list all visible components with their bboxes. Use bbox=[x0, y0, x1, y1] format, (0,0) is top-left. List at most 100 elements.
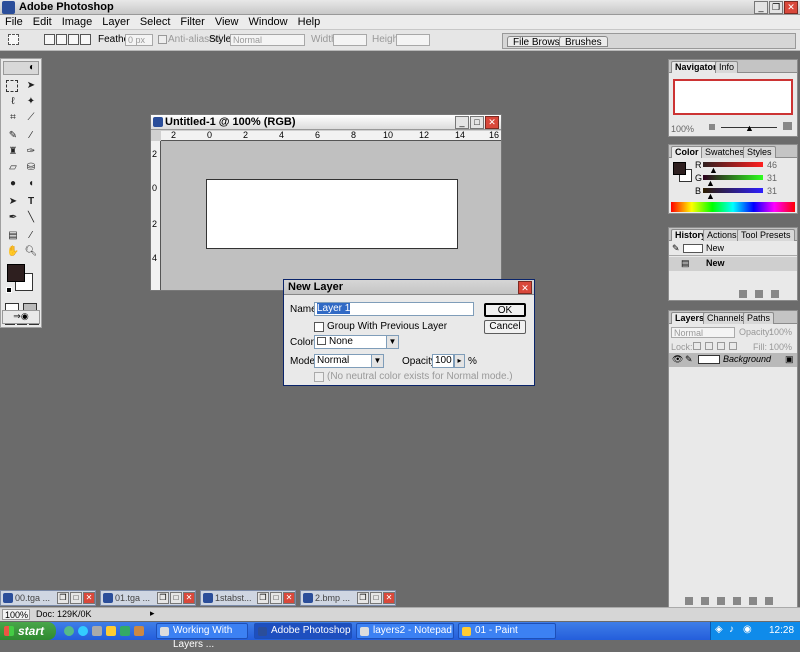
lock-position-icon[interactable] bbox=[717, 342, 725, 350]
menu-help[interactable]: Help bbox=[293, 16, 326, 28]
ok-button[interactable]: OK bbox=[484, 303, 526, 317]
status-zoom-field[interactable]: 100% bbox=[2, 609, 30, 620]
menu-filter[interactable]: Filter bbox=[175, 16, 209, 28]
color-spectrum-ramp[interactable] bbox=[671, 202, 795, 212]
lasso-tool-icon[interactable]: ℓ bbox=[5, 94, 21, 110]
layer-row-background[interactable]: 👁︎ ✎ Background ▣ bbox=[669, 353, 797, 367]
doc-restore-button[interactable]: ❐ bbox=[257, 592, 269, 604]
lock-transparency-icon[interactable] bbox=[693, 342, 701, 350]
status-menu-arrow-icon[interactable]: ▸ bbox=[150, 608, 155, 619]
healing-brush-icon[interactable]: ✎ bbox=[5, 128, 21, 144]
navigator-preview[interactable] bbox=[673, 79, 793, 115]
zoom-slider-thumb-icon[interactable]: ▲ bbox=[745, 123, 754, 133]
jump-to-imageready-icon[interactable]: ⇒◉ bbox=[2, 310, 40, 324]
dodge-tool-icon[interactable]: ◖ bbox=[23, 176, 39, 192]
doc-maximize-button[interactable]: □ bbox=[370, 592, 382, 604]
doc-maximize-button[interactable]: □ bbox=[470, 116, 484, 129]
minimized-doc[interactable]: 2.bmp ... ❐ □ ✕ bbox=[300, 590, 396, 606]
move-tool-icon[interactable]: ➤ bbox=[23, 78, 39, 94]
eyedropper-icon[interactable]: ⁄ bbox=[23, 228, 39, 244]
default-colors-icon[interactable] bbox=[6, 287, 12, 293]
new-layer-icon[interactable] bbox=[749, 597, 757, 605]
opacity-input[interactable]: 100 bbox=[432, 354, 454, 368]
menu-window[interactable]: Window bbox=[244, 16, 293, 28]
minimized-doc[interactable]: 00.tga ... ❐ □ ✕ bbox=[0, 590, 96, 606]
antialias-checkbox[interactable] bbox=[158, 35, 167, 44]
tab-brushes[interactable]: Brushes bbox=[559, 36, 608, 48]
crop-tool-icon[interactable]: ⌗ bbox=[5, 110, 21, 126]
feather-input[interactable]: 0 px bbox=[125, 34, 153, 46]
line-tool-icon[interactable]: ╲ bbox=[23, 210, 39, 226]
doc-restore-button[interactable]: ❐ bbox=[57, 592, 69, 604]
history-snapshot-row[interactable]: ✎ New bbox=[669, 242, 797, 256]
paint-bucket-icon[interactable]: ⛁ bbox=[23, 160, 39, 176]
brush-tool-icon[interactable]: ∕ bbox=[23, 128, 39, 144]
zoom-in-icon[interactable] bbox=[783, 122, 792, 130]
blend-mode-select[interactable]: Normal bbox=[671, 327, 735, 338]
tab-actions[interactable]: Actions bbox=[703, 229, 741, 241]
taskbar-item-paint[interactable]: 01 - Paint bbox=[458, 623, 556, 639]
quicklaunch-media-icon[interactable] bbox=[92, 626, 102, 636]
doc-maximize-button[interactable]: □ bbox=[70, 592, 82, 604]
lock-all-icon[interactable] bbox=[729, 342, 737, 350]
path-selection-icon[interactable]: ➤ bbox=[5, 194, 21, 210]
foreground-color-swatch[interactable] bbox=[7, 264, 25, 282]
quicklaunch-show-desktop-icon[interactable] bbox=[106, 626, 116, 636]
add-selection-icon[interactable] bbox=[56, 34, 67, 45]
slice-tool-icon[interactable]: ⟋ bbox=[23, 110, 39, 126]
doc-maximize-button[interactable]: □ bbox=[170, 592, 182, 604]
doc-restore-button[interactable]: ❐ bbox=[357, 592, 369, 604]
quicklaunch-app-icon[interactable] bbox=[64, 626, 74, 636]
fg-color-swatch[interactable] bbox=[673, 162, 686, 175]
taskbar-item-browser[interactable]: Working With Layers ... bbox=[156, 623, 248, 650]
tab-paths[interactable]: Paths bbox=[743, 312, 775, 324]
doc-maximize-button[interactable]: □ bbox=[270, 592, 282, 604]
document-title-bar[interactable]: Untitled-1 @ 100% (RGB) _ □ ✕ bbox=[151, 115, 501, 130]
history-brush-icon[interactable]: ✑ bbox=[23, 144, 39, 160]
marquee-tool-icon[interactable] bbox=[6, 80, 18, 92]
group-with-previous-checkbox[interactable] bbox=[314, 322, 324, 332]
quicklaunch-extra-icon[interactable] bbox=[134, 626, 144, 636]
eye-icon[interactable]: 👁︎ bbox=[672, 354, 683, 365]
dialog-title-bar[interactable]: New Layer ✕ bbox=[284, 280, 534, 295]
taskbar-item-photoshop[interactable]: Adobe Photoshop bbox=[254, 623, 352, 639]
navigator-zoom-value[interactable]: 100% bbox=[671, 124, 694, 134]
height-input[interactable] bbox=[396, 34, 430, 46]
menu-edit[interactable]: Edit bbox=[28, 16, 57, 28]
layer-name-input[interactable]: Layer 1 bbox=[314, 302, 474, 316]
layer-opacity-value[interactable]: 100% bbox=[769, 327, 792, 337]
blue-value[interactable]: 31 bbox=[767, 186, 777, 196]
red-value[interactable]: 46 bbox=[767, 160, 777, 170]
taskbar-item-notepad[interactable]: layers2 - Notepad bbox=[356, 623, 454, 639]
layer-mask-icon[interactable] bbox=[701, 597, 709, 605]
opacity-slider-arrow-icon[interactable]: ▸ bbox=[454, 354, 465, 368]
document-canvas[interactable] bbox=[206, 179, 458, 249]
minimize-button[interactable]: _ bbox=[754, 1, 768, 14]
quicklaunch-browser-icon[interactable] bbox=[78, 626, 88, 636]
style-select[interactable]: Normal bbox=[230, 34, 305, 46]
zoom-out-icon[interactable] bbox=[709, 124, 715, 130]
history-state-row[interactable]: ▤ New bbox=[669, 257, 797, 271]
start-button[interactable]: start bbox=[0, 622, 56, 640]
menu-view[interactable]: View bbox=[210, 16, 244, 28]
doc-close-button[interactable]: ✕ bbox=[283, 592, 295, 604]
doc-close-button[interactable]: ✕ bbox=[383, 592, 395, 604]
intersect-selection-icon[interactable] bbox=[80, 34, 91, 45]
minimized-doc[interactable]: 1stabst... ❐ □ ✕ bbox=[200, 590, 296, 606]
marquee-tool-preset-icon[interactable] bbox=[8, 34, 19, 45]
doc-restore-button[interactable]: ❐ bbox=[157, 592, 169, 604]
neutral-color-checkbox[interactable] bbox=[314, 372, 324, 382]
tab-navigator[interactable]: Navigator bbox=[671, 61, 721, 73]
tray-icon-network[interactable]: ◈ bbox=[715, 624, 723, 635]
tab-swatches[interactable]: Swatches bbox=[701, 146, 749, 158]
clone-stamp-icon[interactable]: ♜ bbox=[5, 144, 21, 160]
tab-color[interactable]: Color bbox=[671, 146, 703, 158]
tray-icon-volume[interactable]: ♪ bbox=[729, 624, 734, 635]
menu-layer[interactable]: Layer bbox=[97, 16, 135, 28]
new-snapshot-icon[interactable] bbox=[755, 290, 763, 298]
width-input[interactable] bbox=[333, 34, 367, 46]
hand-tool-icon[interactable]: ✋ bbox=[5, 244, 21, 260]
doc-close-button[interactable]: ✕ bbox=[485, 116, 499, 129]
layer-style-icon[interactable] bbox=[685, 597, 693, 605]
doc-close-button[interactable]: ✕ bbox=[83, 592, 95, 604]
